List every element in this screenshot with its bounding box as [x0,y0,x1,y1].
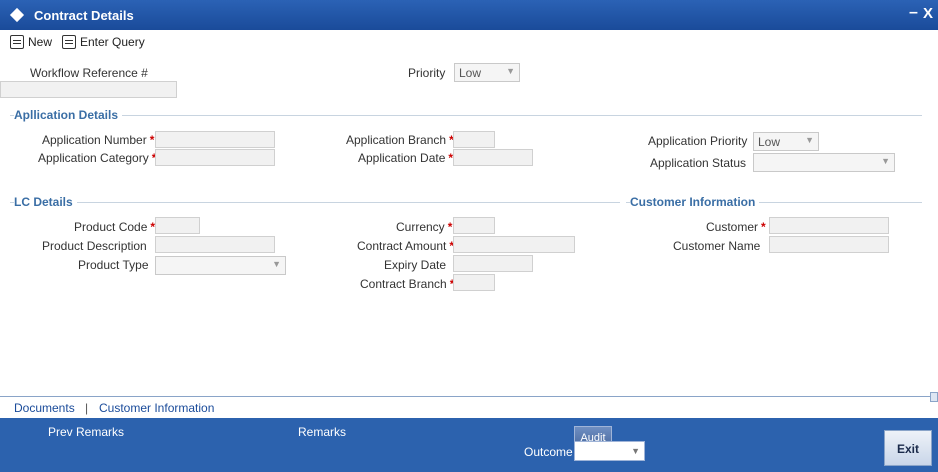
outcome-select[interactable]: ▼ [574,441,645,461]
new-icon [10,35,24,49]
enter-query-label: Enter Query [80,35,145,49]
contract-amount-label: Contract Amount * [357,239,455,253]
section-divider [10,202,620,203]
application-branch-label: Application Branch * [346,133,454,147]
scroll-up-button[interactable] [930,392,938,402]
application-number-field[interactable] [155,131,275,148]
toolbar: New Enter Query [0,30,938,54]
link-separator: | [85,401,89,415]
title-bar: Contract Details – X [0,0,938,30]
application-priority-label: Application Priority [648,134,748,148]
application-priority-select[interactable]: Low ▼ [753,132,819,151]
product-type-select[interactable]: ▼ [155,256,286,275]
enter-query-icon [62,35,76,49]
bottom-links-bar: Documents | Customer Information [0,396,938,418]
currency-field[interactable] [453,217,495,234]
application-status-label: Application Status [650,156,747,170]
application-number-label: Application Number * [42,133,155,147]
application-status-select[interactable]: ▼ [753,153,895,172]
product-code-field[interactable] [155,217,200,234]
expiry-date-label: Expiry Date [384,258,447,272]
contract-branch-field[interactable] [453,274,495,291]
outcome-label: Outcome [524,445,573,459]
lc-section-title: LC Details [14,195,77,209]
application-date-label: Application Date * [358,151,454,165]
documents-link[interactable]: Documents [14,401,75,415]
window-diamond-icon [9,7,25,23]
new-label: New [28,35,53,49]
remarks-link[interactable]: Remarks [298,425,346,439]
chevron-down-icon: ▼ [881,156,890,166]
workflow-ref-label: Workflow Reference # [30,66,148,80]
required-marker: * [761,220,766,234]
customer-section-title: Customer Information [630,195,760,209]
new-button[interactable]: New [10,33,52,51]
chevron-down-icon: ▼ [631,446,640,456]
chevron-down-icon: ▼ [506,66,515,76]
currency-label: Currency * [396,220,453,234]
customer-label: Customer * [706,220,766,234]
product-code-label: Product Code * [74,220,156,234]
workflow-ref-field[interactable] [0,81,177,98]
customer-information-link[interactable]: Customer Information [99,401,214,415]
footer-bar: Prev Remarks Remarks Audit Outcome ▼ Exi… [0,418,938,472]
exit-button[interactable]: Exit [884,430,932,466]
required-marker: * [447,220,453,234]
application-date-field[interactable] [453,149,533,166]
required-marker: * [149,133,155,147]
customer-field[interactable] [769,217,889,234]
contract-amount-field[interactable] [453,236,575,253]
close-icon[interactable]: X [923,5,933,22]
customer-name-label: Customer Name [673,239,761,253]
product-description-label: Product Description [42,239,147,253]
minimize-icon[interactable]: – [909,4,918,22]
expiry-date-field[interactable] [453,255,533,272]
application-branch-field[interactable] [453,131,495,148]
chevron-down-icon: ▼ [805,135,814,145]
priority-value: Low [459,66,482,80]
product-description-field[interactable] [155,236,275,253]
application-category-label: Application Category* [38,151,156,165]
application-section-title: Apllication Details [14,108,123,122]
contract-branch-label: Contract Branch* [360,277,454,291]
section-divider [10,115,922,116]
application-priority-value: Low [758,135,781,149]
window-title: Contract Details [34,8,134,23]
application-category-field[interactable] [155,149,275,166]
customer-name-field[interactable] [769,236,889,253]
chevron-down-icon: ▼ [272,259,281,269]
enter-query-button[interactable]: Enter Query [62,33,145,51]
priority-select[interactable]: Low ▼ [454,63,520,82]
product-type-label: Product Type [78,258,149,272]
priority-label: Priority [408,66,446,80]
prev-remarks-link[interactable]: Prev Remarks [48,425,124,439]
